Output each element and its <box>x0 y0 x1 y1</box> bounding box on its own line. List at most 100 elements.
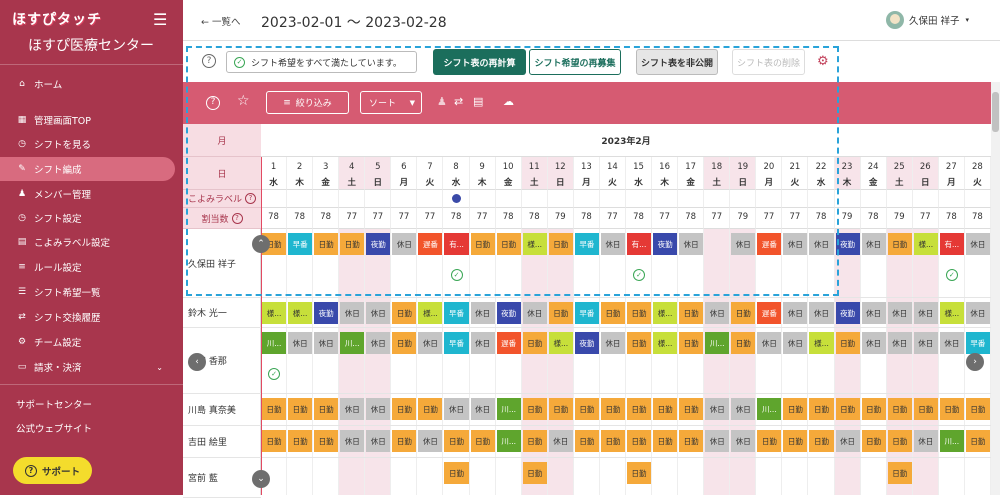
shift-cell[interactable] <box>704 229 731 297</box>
shift-chip[interactable]: 日勤 <box>392 332 417 354</box>
shift-chip[interactable]: 様... <box>939 302 964 324</box>
calendar-label-cell[interactable] <box>964 190 991 208</box>
shift-chip[interactable]: 日勤 <box>783 430 808 452</box>
shift-chip[interactable]: 休日 <box>705 302 730 324</box>
shift-chip[interactable]: 休日 <box>809 302 834 324</box>
shift-chip[interactable]: 休日 <box>418 430 443 452</box>
calendar-label-cell[interactable] <box>443 190 470 208</box>
calendar-label-cell[interactable] <box>938 190 965 208</box>
shift-chip[interactable]: 休日 <box>783 302 808 324</box>
shift-chip[interactable]: 休日 <box>366 398 391 420</box>
shift-chip[interactable]: 休日 <box>522 302 547 324</box>
shift-chip[interactable]: 早番 <box>444 332 469 354</box>
shift-cell[interactable] <box>339 458 366 495</box>
shift-cell[interactable] <box>730 458 757 495</box>
calendar-label-cell[interactable] <box>834 190 861 208</box>
help-icon[interactable]: ? <box>206 96 220 110</box>
day-column-header[interactable]: 19 日 <box>730 157 757 190</box>
shift-cell[interactable] <box>600 458 626 495</box>
shift-chip[interactable]: 遅番 <box>757 233 782 255</box>
day-column-header[interactable]: 10 金 <box>495 157 522 190</box>
shift-chip[interactable]: 日勤 <box>887 430 912 452</box>
shift-cell[interactable] <box>756 458 783 495</box>
calendar-label-cell[interactable] <box>730 190 757 208</box>
shift-cell[interactable] <box>470 458 496 495</box>
shift-chip[interactable]: 川... <box>340 332 365 354</box>
sidebar-item[interactable]: ▭ 請求・決済 ⌄ <box>0 355 175 379</box>
shift-chip[interactable]: 川... <box>496 430 521 452</box>
day-column-header[interactable]: 26 日 <box>912 157 939 190</box>
shift-chip[interactable]: 様... <box>809 332 834 354</box>
day-column-header[interactable]: 11 土 <box>521 157 548 190</box>
calendar-label-cell[interactable] <box>391 190 418 208</box>
shift-chip[interactable]: 遅番 <box>418 233 443 255</box>
day-column-header[interactable]: 6月 <box>391 157 418 190</box>
shift-chip[interactable]: 日勤 <box>679 332 704 354</box>
day-column-header[interactable]: 2木 <box>287 157 314 190</box>
staff-name[interactable]: 宮前 藍 <box>183 458 261 498</box>
shift-chip[interactable]: 日勤 <box>757 430 782 452</box>
shift-chip[interactable]: 休日 <box>705 430 730 452</box>
app-logo[interactable]: ほすぴタッチ <box>12 9 102 29</box>
back-to-list-link[interactable]: ← 一覧へ <box>201 14 240 28</box>
day-column-header[interactable]: 5日 <box>365 157 392 190</box>
shift-chip[interactable]: 日勤 <box>600 430 625 452</box>
shift-chip[interactable]: 休日 <box>731 233 756 255</box>
shift-chip[interactable]: 休日 <box>366 302 391 324</box>
help-icon[interactable]: ? <box>202 54 216 68</box>
shift-chip[interactable]: 日勤 <box>574 430 599 452</box>
shift-chip[interactable]: 休日 <box>470 302 495 324</box>
shift-chip[interactable]: 日勤 <box>262 430 287 452</box>
shift-chip[interactable]: 休日 <box>600 332 625 354</box>
sidebar-item[interactable]: ♟ メンバー管理 <box>0 182 175 206</box>
day-column-header[interactable]: 21 火 <box>782 157 809 190</box>
shift-chip[interactable]: 日勤 <box>288 430 313 452</box>
shift-chip[interactable]: 遅番 <box>496 332 521 354</box>
shift-chip[interactable]: 日勤 <box>679 302 704 324</box>
sidebar-item[interactable]: ▦ 管理画面TOP <box>0 108 175 132</box>
staff-name[interactable]: 吉田 絵里 <box>183 426 261 458</box>
shift-cell[interactable] <box>547 458 574 495</box>
day-column-header[interactable]: 20 月 <box>756 157 783 190</box>
shift-chip[interactable]: 休日 <box>314 332 339 354</box>
calendar-label-cell[interactable] <box>573 190 600 208</box>
shift-chip[interactable]: 日勤 <box>444 430 469 452</box>
expand-down-icon[interactable]: ⌄ <box>252 470 270 488</box>
shift-chip[interactable]: 日勤 <box>340 233 365 255</box>
shift-chip[interactable]: 休日 <box>340 302 365 324</box>
shift-chip[interactable]: 日勤 <box>288 398 313 420</box>
shift-chip[interactable]: 早番 <box>574 233 599 255</box>
shift-chip[interactable]: 休日 <box>861 302 886 324</box>
delete-shift-button[interactable]: シフト表の削除 <box>732 49 805 75</box>
day-column-header[interactable]: 17 金 <box>678 157 705 190</box>
shift-chip[interactable]: 休日 <box>679 233 704 255</box>
shift-chip[interactable]: 日勤 <box>522 462 547 484</box>
calendar-label-cell[interactable] <box>782 190 809 208</box>
shift-cell[interactable] <box>912 458 939 495</box>
shift-chip[interactable]: 早番 <box>288 233 313 255</box>
shift-chip[interactable]: 日勤 <box>600 398 625 420</box>
calendar-label-cell[interactable] <box>521 190 548 208</box>
sidebar-item[interactable]: ⇄ シフト交換履歴 <box>0 305 175 329</box>
shift-chip[interactable]: 日勤 <box>887 398 912 420</box>
shift-chip[interactable]: 日勤 <box>861 430 886 452</box>
shift-cell[interactable] <box>365 458 392 495</box>
swap-icon[interactable]: ⇄ <box>454 95 463 108</box>
shift-chip[interactable]: 日勤 <box>548 233 573 255</box>
shift-chip[interactable]: 夜勤 <box>835 233 860 255</box>
shift-chip[interactable]: 休日 <box>444 398 469 420</box>
shift-chip[interactable]: 休日 <box>965 233 990 255</box>
shift-chip[interactable]: 夜勤 <box>314 302 339 324</box>
shift-chip[interactable]: 日勤 <box>887 233 912 255</box>
shift-chip[interactable]: 休日 <box>731 430 756 452</box>
shift-chip[interactable]: 夜勤 <box>366 233 391 255</box>
sidebar-item[interactable]: ⌂ ホーム <box>0 72 175 96</box>
shift-chip[interactable]: 休日 <box>783 332 808 354</box>
shift-chip[interactable]: 休日 <box>288 332 313 354</box>
shift-chip[interactable]: 川... <box>757 398 782 420</box>
shift-chip[interactable]: 日勤 <box>731 332 756 354</box>
calendar-label-cell[interactable] <box>625 190 653 208</box>
support-button[interactable]: ? サポート <box>13 457 92 484</box>
shift-chip[interactable]: 様... <box>418 302 443 324</box>
shift-chip[interactable]: 休日 <box>861 332 886 354</box>
